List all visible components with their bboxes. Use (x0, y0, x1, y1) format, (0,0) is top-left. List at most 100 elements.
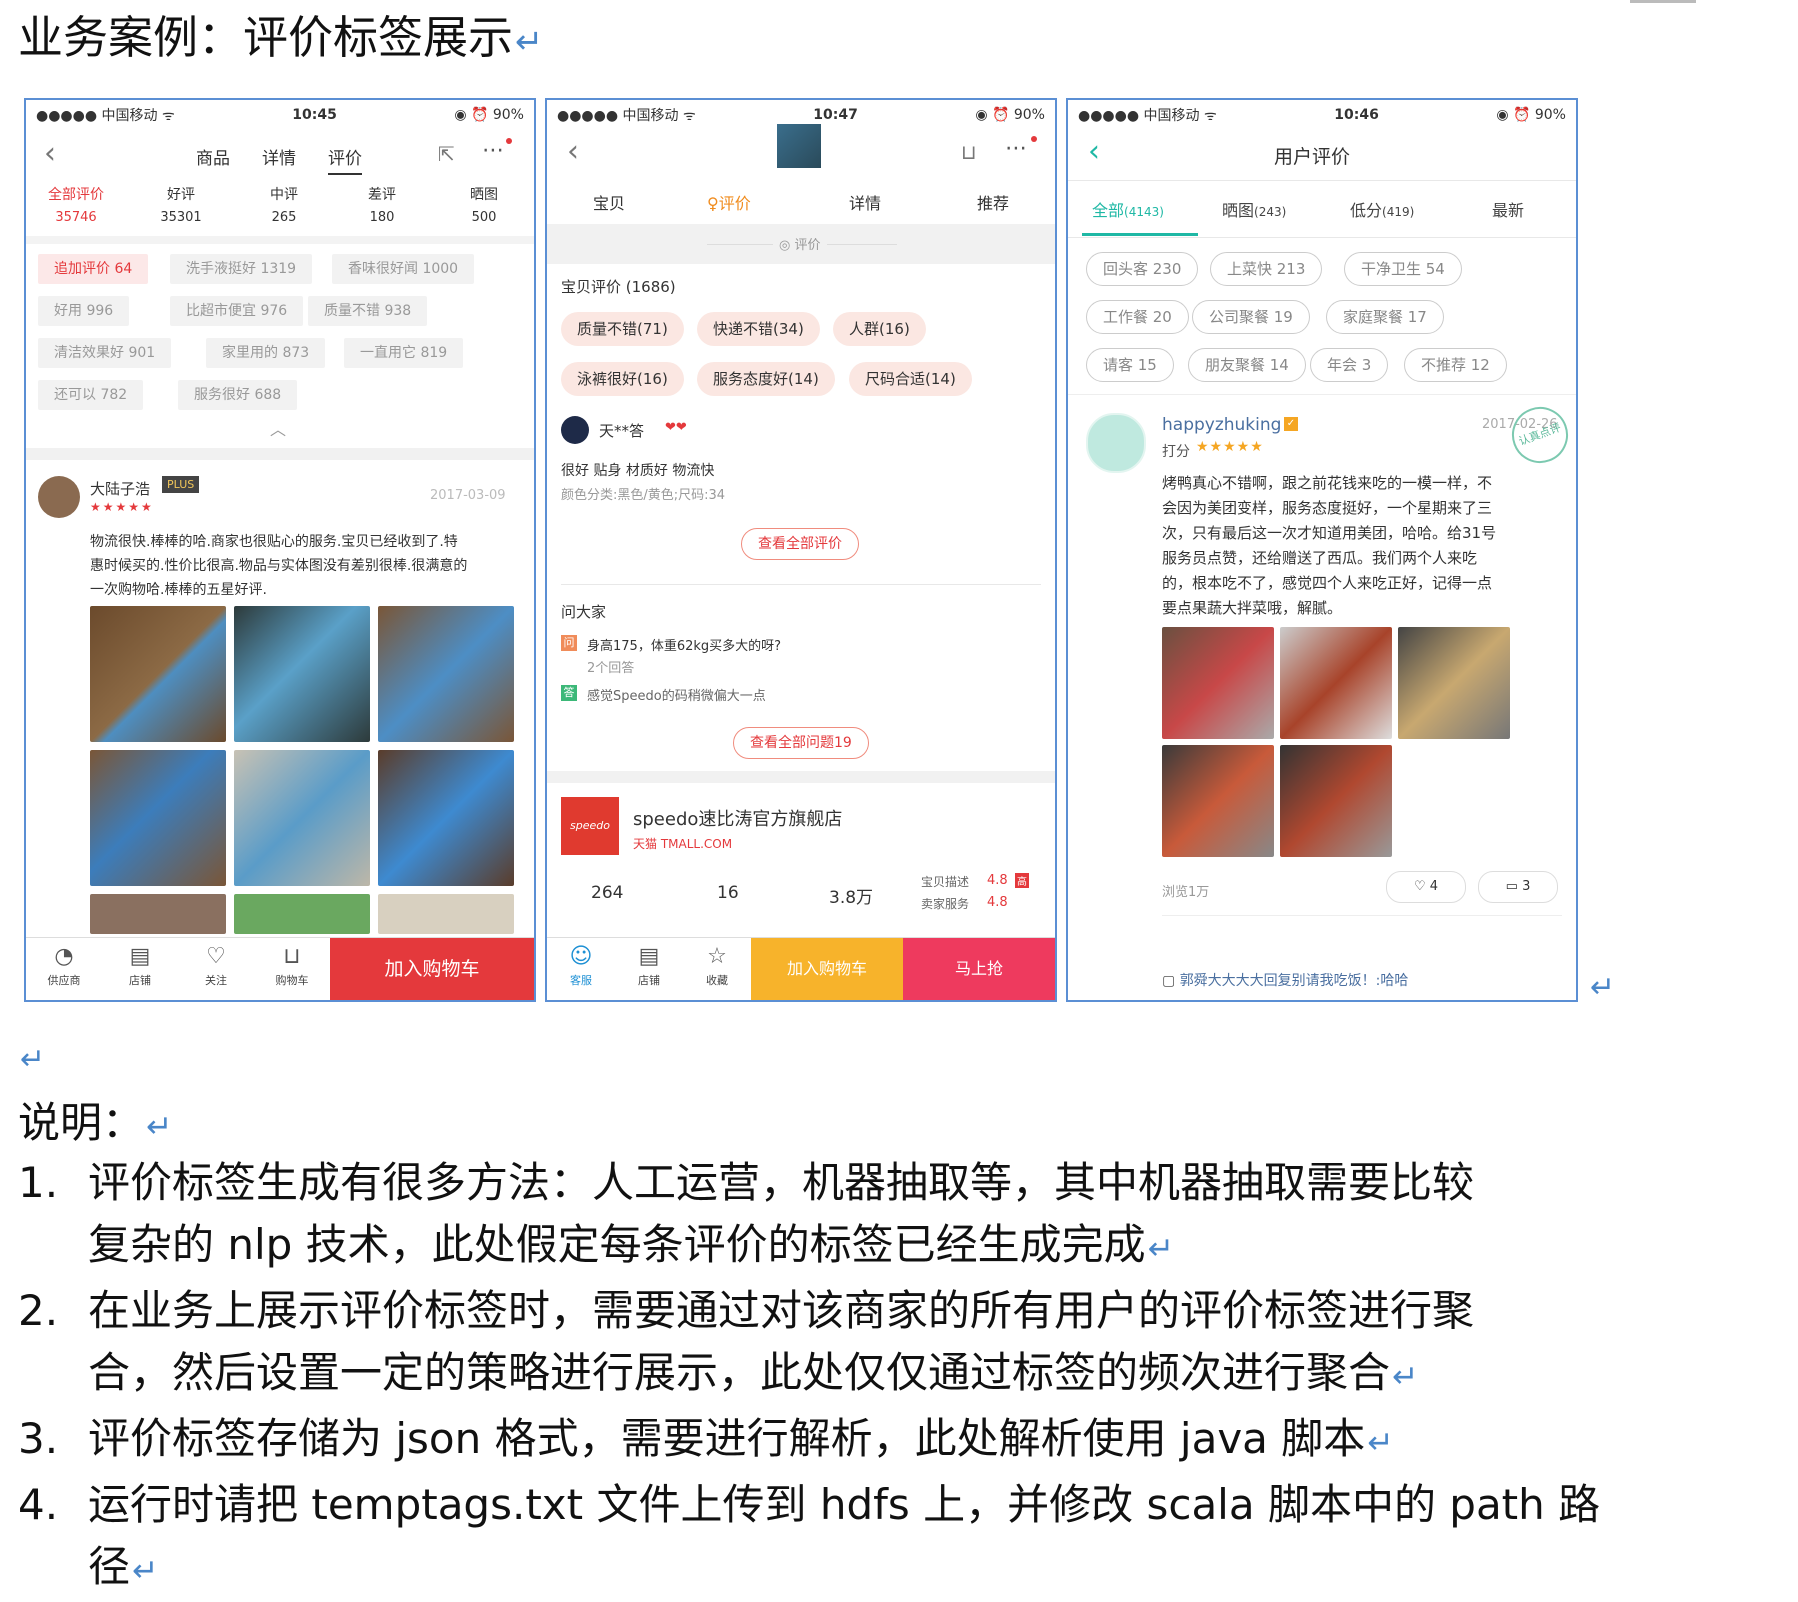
tag-chip[interactable]: 一直用它 819 (344, 338, 464, 368)
follow-button[interactable]: ♡ 关注 (178, 938, 254, 1000)
tag-chip[interactable]: 香味很好闻 1000 (332, 254, 475, 284)
review-photo[interactable] (378, 894, 514, 934)
review-photo[interactable] (1162, 627, 1274, 739)
favorite-button[interactable]: ☆ 收藏 (683, 938, 751, 1000)
tag-chip[interactable]: 工作餐 20 (1086, 300, 1189, 334)
stat-all[interactable]: 全部评价 35746 (46, 184, 106, 225)
review-photo[interactable] (1280, 627, 1392, 739)
cart-icon: ⊔ (283, 944, 301, 969)
tag-chip[interactable]: 还可以 782 (38, 380, 144, 410)
tag-chips: 追加评价 64 洗手液挺好 1319 香味很好闻 1000 好用 996 比超市… (26, 236, 534, 448)
add-to-cart-button[interactable]: 加入购物车 (751, 938, 903, 1000)
review-count-title: 宝贝评价 (1686) (561, 278, 676, 296)
cart-button[interactable]: ⊔ 购物车 (254, 938, 330, 1000)
review-photo[interactable] (234, 750, 370, 886)
review-date: 2017-03-09 (430, 488, 506, 503)
store-icon: ▤ (129, 944, 151, 969)
back-icon[interactable]: ‹ (1088, 134, 1100, 169)
more-icon[interactable]: ⋯ (1005, 136, 1027, 161)
tag-chip[interactable]: 追加评价 64 (38, 254, 149, 284)
score-value: 4.8 (987, 895, 1008, 910)
buy-now-button[interactable]: 马上抢 (903, 938, 1055, 1000)
service-button[interactable]: ☺ 客服 (547, 938, 615, 1000)
stat-bad[interactable]: 差评 180 (352, 184, 412, 225)
note-item-continuation: 复杂的 nlp 技术，此处假定每条评价的标签已经生成完成↵ (88, 1220, 1175, 1269)
cart-icon[interactable]: ⊔ (961, 140, 977, 164)
nav-bar: ‹ 商品 详情 评价 ⇱ ⋯ (26, 130, 534, 180)
shop-logo[interactable]: speedo (561, 797, 619, 855)
tag-pill[interactable]: 泳裤很好(16) (561, 362, 684, 396)
comment-icon: ▭ (1505, 879, 1518, 894)
tab-latest[interactable]: 最新 (1492, 197, 1524, 221)
see-all-questions-button[interactable]: 查看全部问题19 (733, 727, 869, 759)
nav-tab-detail[interactable]: 详情 (262, 144, 296, 169)
tag-chip[interactable]: 请客 15 (1086, 348, 1174, 382)
tag-pill[interactable]: 服务态度好(14) (697, 362, 835, 396)
nav-tab-review[interactable]: 评价 (328, 144, 362, 175)
tag-chip[interactable]: 洗手液挺好 1319 (170, 254, 313, 284)
supplier-button[interactable]: ◔ 供应商 (26, 938, 102, 1000)
review-photo[interactable] (90, 750, 226, 886)
store-button[interactable]: ▤ 店铺 (102, 938, 178, 1000)
stat-medium[interactable]: 中评 265 (254, 184, 314, 225)
tag-pill[interactable]: 质量不错(71) (561, 312, 684, 346)
tab-item[interactable]: 宝贝 (593, 190, 625, 214)
review-photo[interactable] (90, 606, 226, 742)
product-thumbnail[interactable] (777, 124, 821, 168)
review-photo[interactable] (378, 606, 514, 742)
tmall-badge: 天猫 TMALL.COM (633, 837, 733, 851)
tag-pill[interactable]: 快递不错(34) (697, 312, 820, 346)
review-photo[interactable] (90, 894, 226, 934)
tag-pill[interactable]: 尺码合适(14) (849, 362, 972, 396)
tab-recommend[interactable]: 推荐 (977, 190, 1009, 214)
tag-chip[interactable]: 家庭聚餐 17 (1326, 300, 1444, 334)
shop-stat: 3.8万 (829, 888, 874, 908)
tag-chip[interactable]: 不推荐 12 (1404, 348, 1507, 382)
tag-chip[interactable]: 清洁效果好 901 (38, 338, 172, 368)
tag-chip[interactable]: 比超市便宜 976 (170, 296, 304, 326)
tag-chip[interactable]: 服务很好 688 (178, 380, 298, 410)
store-button[interactable]: ▤ 店铺 (615, 938, 683, 1000)
tab-review[interactable]: ♀评价 (707, 190, 751, 214)
review-photo[interactable] (378, 750, 514, 886)
comment-button[interactable]: ▭ 3 (1478, 871, 1558, 903)
tag-chip[interactable]: 年会 3 (1310, 348, 1389, 382)
stat-photo[interactable]: 晒图 500 (454, 184, 514, 225)
tab-photos[interactable]: 晒图(243) (1222, 197, 1286, 221)
note-item: 3. 评价标签存储为 json 格式，需要进行解析，此处解析使用 java 脚本↵ (18, 1414, 1394, 1463)
tab-low-score[interactable]: 低分(419) (1350, 197, 1414, 221)
tag-chip[interactable]: 家里用的 873 (206, 338, 326, 368)
share-icon[interactable]: ⇱ (438, 142, 455, 166)
nav-tab-goods[interactable]: 商品 (196, 144, 230, 169)
shop-name[interactable]: speedo速比涛官方旗舰店 (633, 805, 842, 831)
tab-detail[interactable]: 详情 (849, 190, 881, 214)
back-icon[interactable]: ‹ (44, 136, 56, 171)
review-photo[interactable] (1398, 627, 1510, 739)
tag-chip[interactable]: 干净卫生 54 (1344, 252, 1462, 286)
divider (1162, 915, 1562, 916)
phone-screenshot-tmall-reviews: ●●●●● 中国移动 ᯤ 10:47 ◉ ⏰ 90% ‹ ⊔ ⋯ 宝贝 ♀评价 … (545, 98, 1057, 1002)
score-label: 宝贝描述 (921, 875, 970, 889)
review-photo[interactable] (234, 894, 370, 934)
more-icon[interactable]: ⋯ (482, 138, 504, 163)
tag-chip[interactable]: 公司聚餐 19 (1192, 300, 1310, 334)
review-item: 大陆子浩 PLUS ★★★★★ 2017-03-09 物流很快.棒棒的哈.商家也… (26, 460, 534, 934)
tag-chip[interactable]: 上菜快 213 (1210, 252, 1323, 286)
back-icon[interactable]: ‹ (567, 134, 579, 169)
tag-chip[interactable]: 质量不错 938 (308, 296, 428, 326)
review-photo[interactable] (1280, 745, 1392, 857)
tag-chip[interactable]: 朋友聚餐 14 (1188, 348, 1306, 382)
tag-chip[interactable]: 回头客 230 (1086, 252, 1199, 286)
tag-pill[interactable]: 人群(16) (833, 312, 926, 346)
tab-all[interactable]: 全部(4143) (1092, 197, 1164, 221)
tag-chip[interactable]: 好用 996 (38, 296, 130, 326)
collapse-icon[interactable]: ︿ (270, 416, 286, 440)
question-text[interactable]: 身高175，体重62kg买多大的呀? (587, 635, 781, 654)
add-to-cart-button[interactable]: 加入购物车 (330, 938, 534, 1000)
see-all-reviews-button[interactable]: 查看全部评价 (741, 528, 859, 560)
stat-good[interactable]: 好评 35301 (151, 184, 211, 225)
like-button[interactable]: ♡ 4 (1386, 871, 1466, 903)
service-icon: ☺ (569, 944, 593, 969)
review-photo[interactable] (234, 606, 370, 742)
review-photo[interactable] (1162, 745, 1274, 857)
